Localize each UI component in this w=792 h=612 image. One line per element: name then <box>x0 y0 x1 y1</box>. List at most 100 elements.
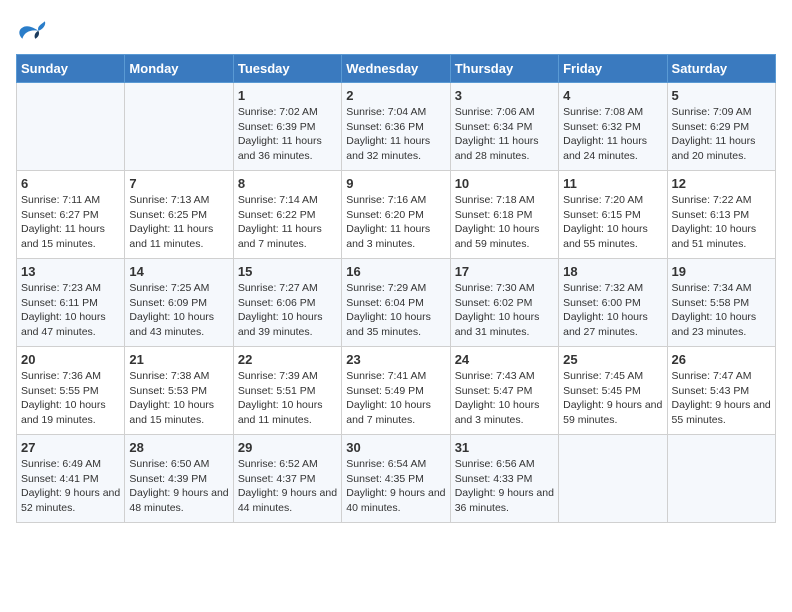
day-number: 5 <box>672 88 771 103</box>
day-number: 14 <box>129 264 228 279</box>
day-header-tuesday: Tuesday <box>233 55 341 83</box>
calendar-cell: 28 Sunrise: 6:50 AMSunset: 4:39 PMDayligh… <box>125 435 233 523</box>
cell-info: Sunrise: 7:32 AMSunset: 6:00 PMDaylight:… <box>563 281 662 340</box>
calendar-cell: 21 Sunrise: 7:38 AMSunset: 5:53 PMDayligh… <box>125 347 233 435</box>
calendar-cell: 4Sunrise: 7:08 AMSunset: 6:32 PMDaylight… <box>559 83 667 171</box>
day-number: 21 <box>129 352 228 367</box>
cell-info: Sunrise: 7:39 AMSunset: 5:51 PMDaylight:… <box>238 369 337 428</box>
calendar-cell: 22 Sunrise: 7:39 AMSunset: 5:51 PMDayligh… <box>233 347 341 435</box>
calendar-cell: 13 Sunrise: 7:23 AMSunset: 6:11 PMDayligh… <box>17 259 125 347</box>
cell-info: Sunrise: 7:43 AMSunset: 5:47 PMDaylight:… <box>455 369 554 428</box>
calendar-cell <box>559 435 667 523</box>
day-number: 11 <box>563 176 662 191</box>
day-number: 13 <box>21 264 120 279</box>
day-number: 19 <box>672 264 771 279</box>
calendar-cell: 18 Sunrise: 7:32 AMSunset: 6:00 PMDayligh… <box>559 259 667 347</box>
day-header-wednesday: Wednesday <box>342 55 450 83</box>
calendar-week-3: 13 Sunrise: 7:23 AMSunset: 6:11 PMDayligh… <box>17 259 776 347</box>
day-header-saturday: Saturday <box>667 55 775 83</box>
calendar-cell: 5 Sunrise: 7:09 AMSunset: 6:29 PMDaylight… <box>667 83 775 171</box>
day-number: 2 <box>346 88 445 103</box>
calendar-cell: 19Sunrise: 7:34 AMSunset: 5:58 PMDayligh… <box>667 259 775 347</box>
cell-info: Sunrise: 7:08 AMSunset: 6:32 PMDaylight:… <box>563 105 662 164</box>
calendar-cell: 20 Sunrise: 7:36 AMSunset: 5:55 PMDayligh… <box>17 347 125 435</box>
day-number: 17 <box>455 264 554 279</box>
day-number: 24 <box>455 352 554 367</box>
cell-info: Sunrise: 7:02 AMSunset: 6:39 PMDaylight:… <box>238 105 337 164</box>
day-number: 29 <box>238 440 337 455</box>
calendar-cell: 31 Sunrise: 6:56 AMSunset: 4:33 PMDayligh… <box>450 435 558 523</box>
cell-info: Sunrise: 7:16 AMSunset: 6:20 PMDaylight:… <box>346 193 445 252</box>
calendar-cell: 29Sunrise: 6:52 AMSunset: 4:37 PMDayligh… <box>233 435 341 523</box>
day-number: 28 <box>129 440 228 455</box>
calendar-cell: 26Sunrise: 7:47 AMSunset: 5:43 PMDayligh… <box>667 347 775 435</box>
calendar-cell: 3Sunrise: 7:06 AMSunset: 6:34 PMDaylight… <box>450 83 558 171</box>
day-number: 27 <box>21 440 120 455</box>
calendar-week-2: 6Sunrise: 7:11 AMSunset: 6:27 PMDaylight… <box>17 171 776 259</box>
calendar-cell: 17 Sunrise: 7:30 AMSunset: 6:02 PMDayligh… <box>450 259 558 347</box>
calendar-cell: 16Sunrise: 7:29 AMSunset: 6:04 PMDayligh… <box>342 259 450 347</box>
day-number: 31 <box>455 440 554 455</box>
day-header-friday: Friday <box>559 55 667 83</box>
day-number: 9 <box>346 176 445 191</box>
calendar-week-5: 27 Sunrise: 6:49 AMSunset: 4:41 PMDayligh… <box>17 435 776 523</box>
cell-info: Sunrise: 7:18 AMSunset: 6:18 PMDaylight:… <box>455 193 554 252</box>
calendar-cell: 6Sunrise: 7:11 AMSunset: 6:27 PMDaylight… <box>17 171 125 259</box>
day-number: 1 <box>238 88 337 103</box>
day-number: 18 <box>563 264 662 279</box>
calendar-cell: 2Sunrise: 7:04 AMSunset: 6:36 PMDaylight… <box>342 83 450 171</box>
cell-info: Sunrise: 7:27 AMSunset: 6:06 PMDaylight:… <box>238 281 337 340</box>
calendar-cell: 25 Sunrise: 7:45 AMSunset: 5:45 PMDayligh… <box>559 347 667 435</box>
header-row: SundayMondayTuesdayWednesdayThursdayFrid… <box>17 55 776 83</box>
cell-info: Sunrise: 6:54 AMSunset: 4:35 PMDaylight:… <box>346 457 445 516</box>
cell-info: Sunrise: 7:20 AMSunset: 6:15 PMDaylight:… <box>563 193 662 252</box>
cell-info: Sunrise: 7:45 AMSunset: 5:45 PMDaylight:… <box>563 369 662 428</box>
cell-info: Sunrise: 7:30 AMSunset: 6:02 PMDaylight:… <box>455 281 554 340</box>
calendar-cell: 11 Sunrise: 7:20 AMSunset: 6:15 PMDayligh… <box>559 171 667 259</box>
calendar-cell: 9 Sunrise: 7:16 AMSunset: 6:20 PMDaylight… <box>342 171 450 259</box>
cell-info: Sunrise: 6:56 AMSunset: 4:33 PMDaylight:… <box>455 457 554 516</box>
day-number: 3 <box>455 88 554 103</box>
day-number: 22 <box>238 352 337 367</box>
calendar-cell: 30 Sunrise: 6:54 AMSunset: 4:35 PMDayligh… <box>342 435 450 523</box>
day-number: 20 <box>21 352 120 367</box>
day-header-thursday: Thursday <box>450 55 558 83</box>
calendar-cell: 24 Sunrise: 7:43 AMSunset: 5:47 PMDayligh… <box>450 347 558 435</box>
calendar-cell: 14 Sunrise: 7:25 AMSunset: 6:09 PMDayligh… <box>125 259 233 347</box>
calendar-cell: 10 Sunrise: 7:18 AMSunset: 6:18 PMDayligh… <box>450 171 558 259</box>
day-number: 16 <box>346 264 445 279</box>
cell-info: Sunrise: 7:36 AMSunset: 5:55 PMDaylight:… <box>21 369 120 428</box>
day-number: 7 <box>129 176 228 191</box>
page-header <box>16 16 776 44</box>
calendar-cell: 15 Sunrise: 7:27 AMSunset: 6:06 PMDayligh… <box>233 259 341 347</box>
cell-info: Sunrise: 7:25 AMSunset: 6:09 PMDaylight:… <box>129 281 228 340</box>
calendar-week-4: 20 Sunrise: 7:36 AMSunset: 5:55 PMDayligh… <box>17 347 776 435</box>
day-number: 30 <box>346 440 445 455</box>
cell-info: Sunrise: 7:14 AMSunset: 6:22 PMDaylight:… <box>238 193 337 252</box>
cell-info: Sunrise: 6:50 AMSunset: 4:39 PMDaylight:… <box>129 457 228 516</box>
calendar-week-1: 1 Sunrise: 7:02 AMSunset: 6:39 PMDaylight… <box>17 83 776 171</box>
calendar-cell <box>667 435 775 523</box>
day-number: 6 <box>21 176 120 191</box>
cell-info: Sunrise: 7:23 AMSunset: 6:11 PMDaylight:… <box>21 281 120 340</box>
logo <box>16 16 52 44</box>
day-number: 12 <box>672 176 771 191</box>
day-number: 23 <box>346 352 445 367</box>
calendar-cell: 12 Sunrise: 7:22 AMSunset: 6:13 PMDayligh… <box>667 171 775 259</box>
calendar-cell: 8Sunrise: 7:14 AMSunset: 6:22 PMDaylight… <box>233 171 341 259</box>
logo-icon <box>16 16 48 44</box>
day-number: 10 <box>455 176 554 191</box>
day-number: 25 <box>563 352 662 367</box>
day-number: 15 <box>238 264 337 279</box>
calendar-cell: 1 Sunrise: 7:02 AMSunset: 6:39 PMDaylight… <box>233 83 341 171</box>
cell-info: Sunrise: 7:22 AMSunset: 6:13 PMDaylight:… <box>672 193 771 252</box>
cell-info: Sunrise: 7:38 AMSunset: 5:53 PMDaylight:… <box>129 369 228 428</box>
calendar-cell: 23 Sunrise: 7:41 AMSunset: 5:49 PMDayligh… <box>342 347 450 435</box>
cell-info: Sunrise: 7:09 AMSunset: 6:29 PMDaylight:… <box>672 105 771 164</box>
calendar-cell: 27 Sunrise: 6:49 AMSunset: 4:41 PMDayligh… <box>17 435 125 523</box>
calendar-cell <box>125 83 233 171</box>
cell-info: Sunrise: 6:49 AMSunset: 4:41 PMDaylight:… <box>21 457 120 516</box>
cell-info: Sunrise: 7:41 AMSunset: 5:49 PMDaylight:… <box>346 369 445 428</box>
calendar-table: SundayMondayTuesdayWednesdayThursdayFrid… <box>16 54 776 523</box>
cell-info: Sunrise: 7:47 AMSunset: 5:43 PMDaylight:… <box>672 369 771 428</box>
